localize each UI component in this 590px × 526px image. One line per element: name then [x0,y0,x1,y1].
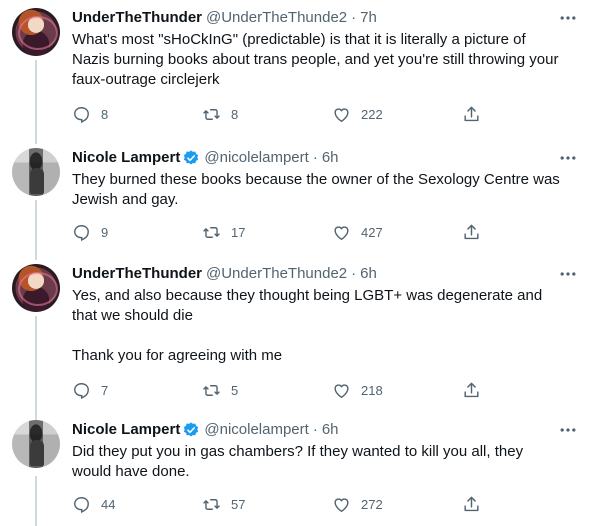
reply-icon [74,224,89,241]
author-handle[interactable]: @UnderTheThunde2 [206,264,347,284]
heart-icon [334,225,349,240]
share-icon [464,224,479,239]
reply-count: 8 [101,106,109,122]
tweet-text: What's most "sHoCkInG" (predictable) is … [72,31,563,88]
author-name[interactable]: UnderTheThunder [72,264,202,284]
like-button[interactable]: 427 [332,223,462,242]
share-icon [464,106,479,121]
retweet-icon [203,498,220,510]
retweet-icon [203,108,220,120]
reply-count: 9 [101,224,109,240]
reply-button[interactable]: 44 [72,495,202,514]
tweet[interactable]: UnderTheThunder @UnderTheThunde2 · 7h Wh… [0,0,590,136]
author-handle[interactable]: @nicolelampert [204,420,308,440]
reply-count: 7 [101,382,109,398]
heart-icon [334,107,349,122]
separator: · [351,265,357,282]
tweet[interactable]: Nicole Lampert @nicolelampert · 6h Did t… [0,416,590,526]
like-count: 272 [361,496,383,512]
more-icon[interactable] [558,8,578,28]
timestamp[interactable]: 6h [360,264,377,284]
reply-icon [74,496,89,513]
reply-count: 44 [101,496,116,512]
tweet-actions: 8 8 222 [72,104,497,124]
timestamp[interactable]: 6h [322,148,339,168]
retweet-count: 8 [231,106,239,122]
retweet-icon [203,384,220,396]
more-icon[interactable] [558,148,578,168]
timestamp[interactable]: 6h [322,420,339,440]
tweet-header: UnderTheThunder @UnderTheThunde2 · 6h [72,264,574,284]
avatar[interactable] [12,264,60,312]
retweet-button[interactable]: 5 [202,381,332,400]
author-name[interactable]: UnderTheThunder [72,8,202,28]
tweet-actions: 7 5 218 [72,380,497,400]
separator: · [312,149,318,166]
like-button[interactable]: 218 [332,381,462,400]
reply-icon [74,106,89,123]
author-name[interactable]: Nicole Lampert [72,148,180,168]
avatar[interactable] [12,148,60,196]
more-icon[interactable] [558,264,578,284]
like-button[interactable]: 272 [332,495,462,514]
more-icon[interactable] [558,420,578,440]
separator: · [351,9,357,26]
heart-icon [334,497,349,512]
tweet[interactable]: UnderTheThunder @UnderTheThunde2 · 6h Ye… [0,260,590,416]
author-handle[interactable]: @nicolelampert [204,148,308,168]
tweet-text: Yes, and also because they thought being… [72,287,543,364]
retweet-count: 5 [231,382,239,398]
share-button[interactable] [462,495,481,514]
retweet-count: 57 [231,496,246,512]
tweet-actions: 44 57 272 [72,494,497,514]
author-handle[interactable]: @UnderTheThunde2 [206,8,347,28]
reply-button[interactable]: 8 [72,105,202,124]
tweet-text: They burned these books because the owne… [72,171,564,208]
tweet[interactable]: Nicole Lampert @nicolelampert · 6h They … [0,144,590,256]
verified-badge-icon [182,149,200,167]
avatar[interactable] [12,8,60,56]
like-count: 222 [361,106,383,122]
author-name[interactable]: Nicole Lampert [72,420,180,440]
reply-button[interactable]: 7 [72,381,202,400]
tweet-header: Nicole Lampert @nicolelampert · 6h [72,420,574,440]
reply-button[interactable]: 9 [72,223,202,242]
tweet-header: UnderTheThunder @UnderTheThunde2 · 7h [72,8,574,28]
share-button[interactable] [462,381,481,400]
retweet-button[interactable]: 17 [202,223,332,242]
share-button[interactable] [462,223,481,242]
share-icon [464,382,479,397]
like-count: 218 [361,382,383,398]
tweet-text: Did they put you in gas chambers? If the… [72,443,528,480]
tweet-actions: 9 17 427 [72,222,497,242]
share-button[interactable] [462,105,481,124]
like-count: 427 [361,224,383,240]
retweet-button[interactable]: 8 [202,105,332,124]
separator: · [312,421,318,438]
verified-badge-icon [182,421,200,439]
retweet-count: 17 [231,224,246,240]
heart-icon [334,383,349,398]
timestamp[interactable]: 7h [360,8,377,28]
avatar[interactable] [12,420,60,468]
retweet-icon [203,226,220,238]
share-icon [464,496,479,511]
like-button[interactable]: 222 [332,105,462,124]
tweet-header: Nicole Lampert @nicolelampert · 6h [72,148,574,168]
retweet-button[interactable]: 57 [202,495,332,514]
reply-icon [74,382,89,399]
